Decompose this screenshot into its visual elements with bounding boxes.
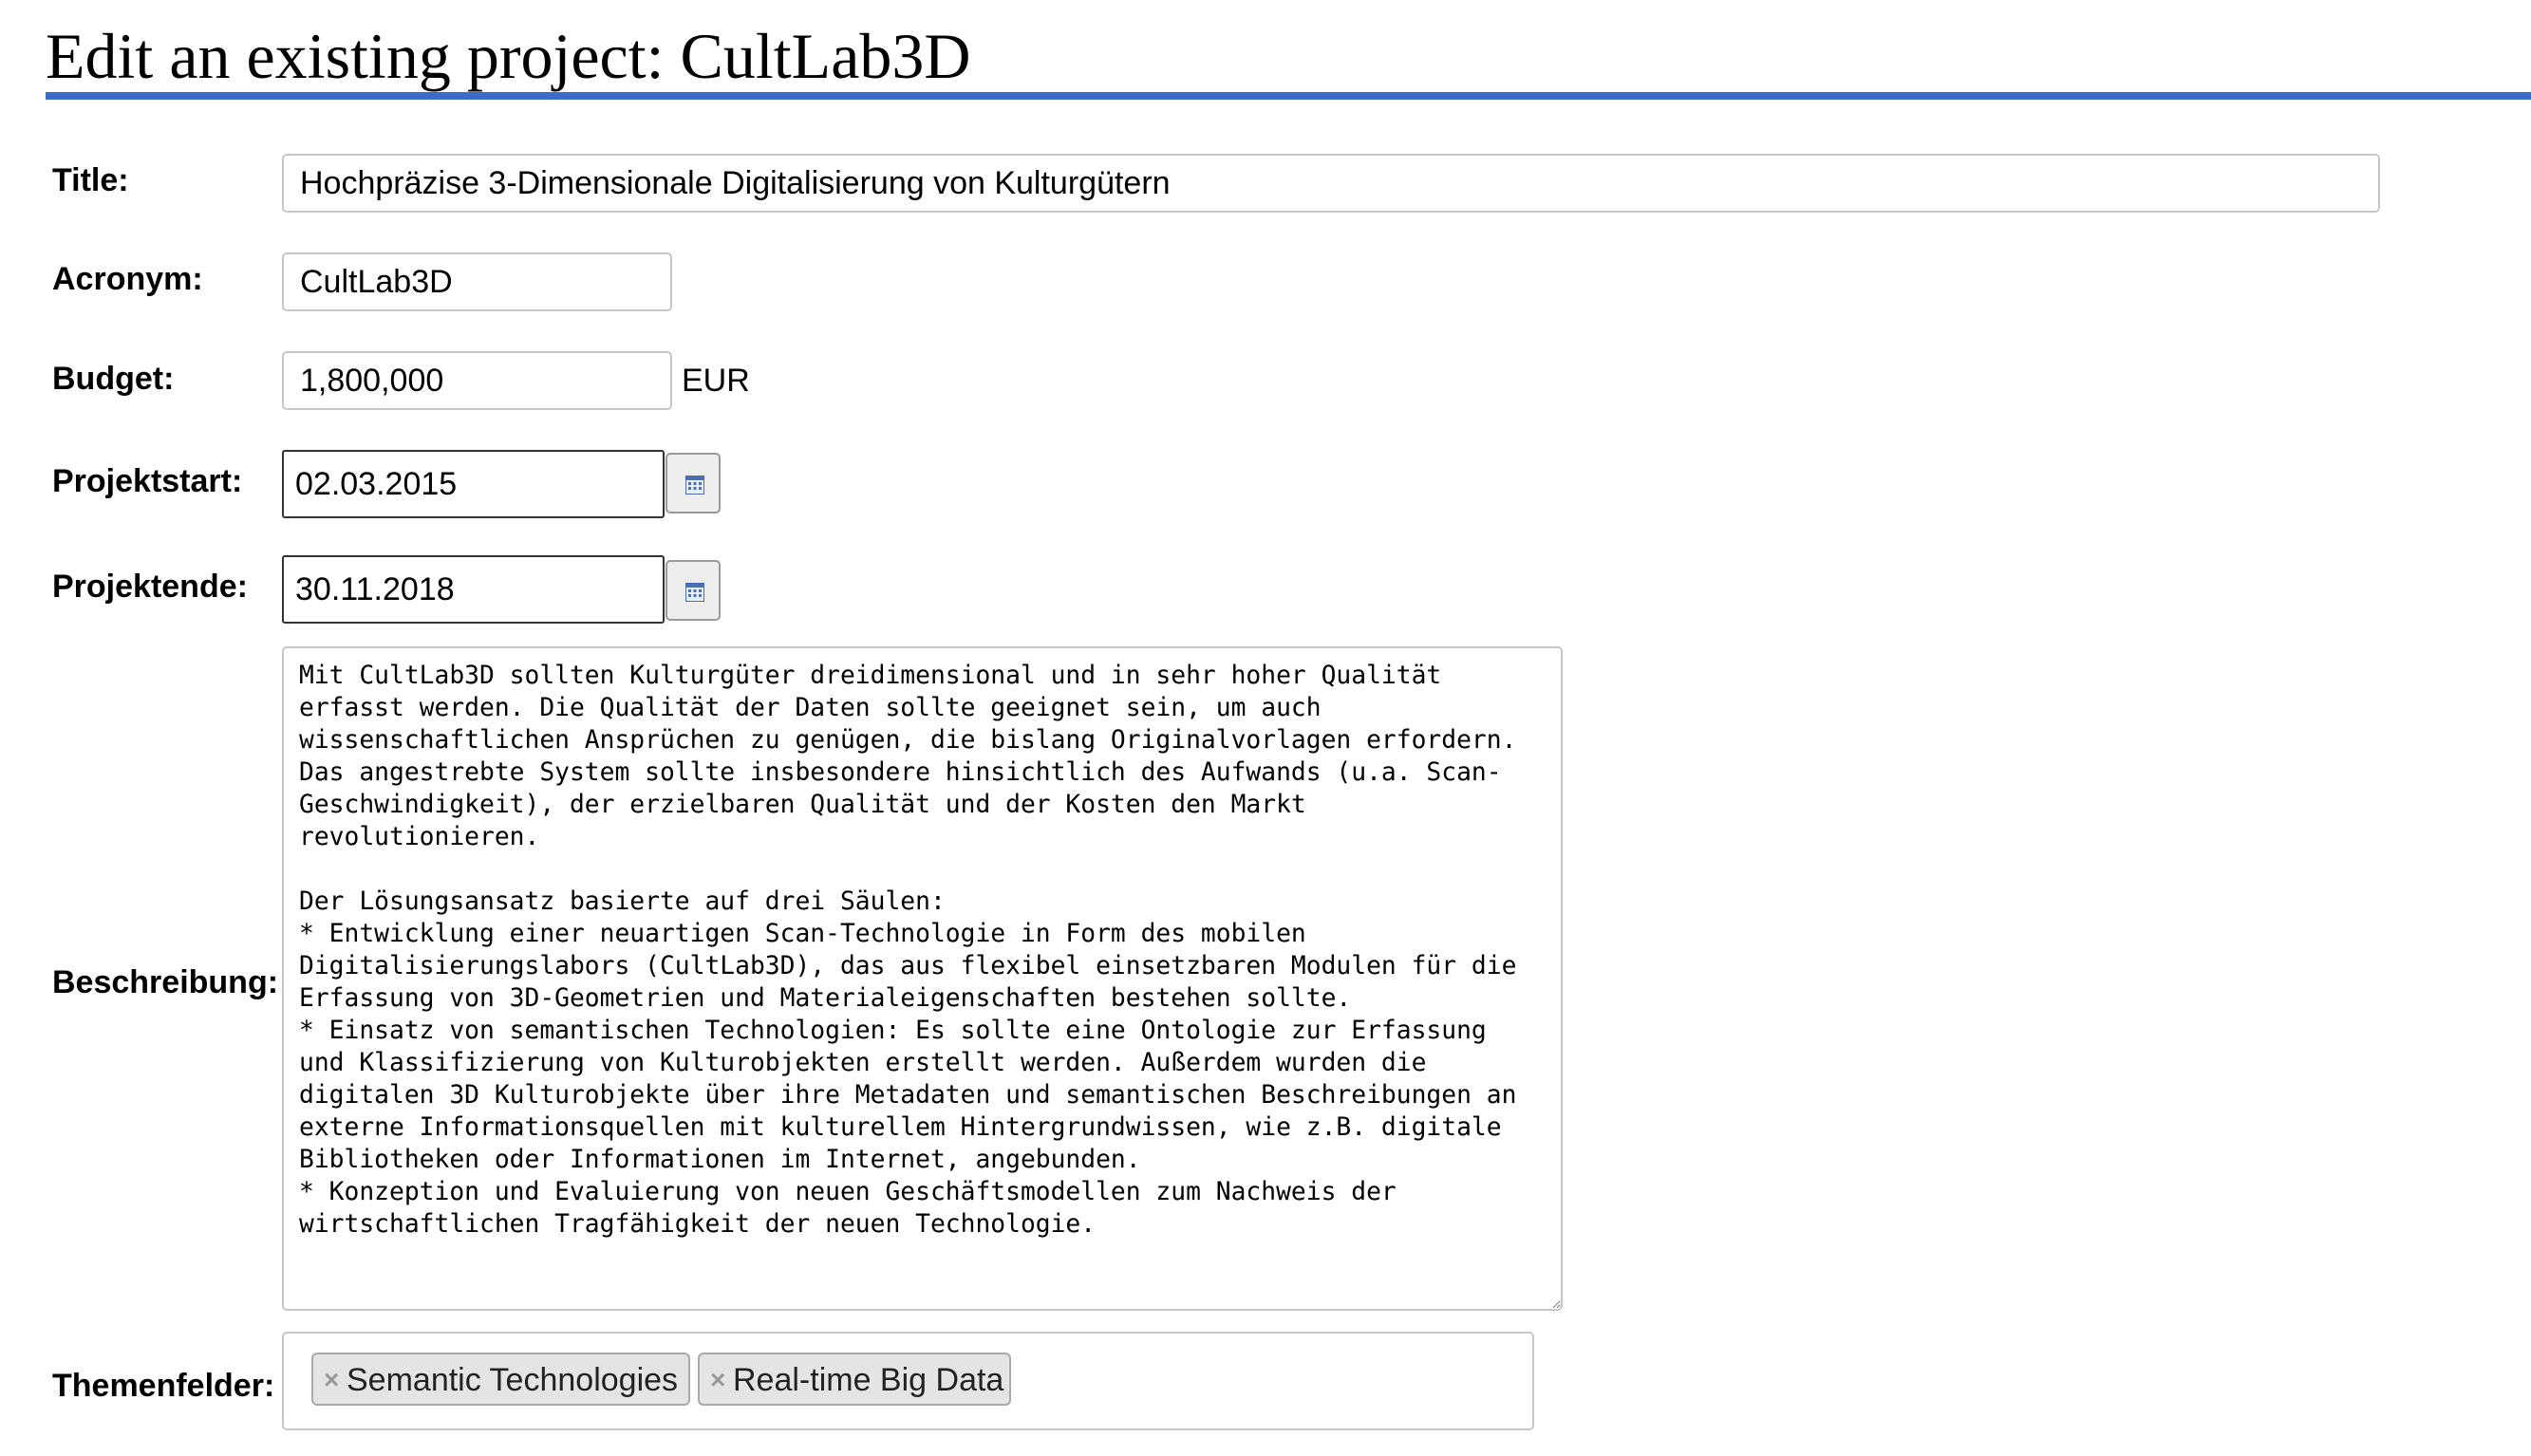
acronym-label: Acronym: [52, 261, 203, 297]
page-title: Edit an existing project: CultLab3D [46, 20, 971, 92]
remove-tag-icon[interactable]: × [324, 1367, 339, 1393]
start-date-label: Projektstart: [52, 463, 243, 499]
topic-tag: × Real-time Big Data [698, 1353, 1011, 1406]
topic-tag-label: Semantic Technologies [347, 1362, 679, 1398]
end-date-input[interactable] [282, 555, 665, 624]
title-underline [46, 92, 2531, 100]
calendar-icon [685, 583, 704, 602]
description-label: Beschreibung: [52, 964, 279, 1000]
description-textarea[interactable]: Mit CultLab3D sollten Kulturgüter dreidi… [282, 646, 1563, 1311]
budget-input[interactable] [282, 351, 672, 410]
title-input[interactable] [282, 154, 2380, 213]
topics-label: Themenfelder: [52, 1368, 275, 1404]
remove-tag-icon[interactable]: × [710, 1367, 725, 1393]
topic-tag-label: Real-time Big Data [733, 1362, 1004, 1398]
title-label: Title: [52, 162, 129, 198]
topics-multiselect[interactable]: × Semantic Technologies × Real-time Big … [282, 1332, 1534, 1430]
end-date-calendar-button[interactable] [666, 560, 721, 621]
calendar-icon [685, 476, 704, 495]
end-date-label: Projektende: [52, 569, 248, 605]
start-date-input[interactable] [282, 450, 665, 518]
acronym-input[interactable] [282, 252, 672, 311]
budget-label: Budget: [52, 361, 175, 397]
topic-tag: × Semantic Technologies [311, 1353, 690, 1406]
budget-currency: EUR [682, 363, 750, 399]
start-date-calendar-button[interactable] [666, 453, 721, 513]
